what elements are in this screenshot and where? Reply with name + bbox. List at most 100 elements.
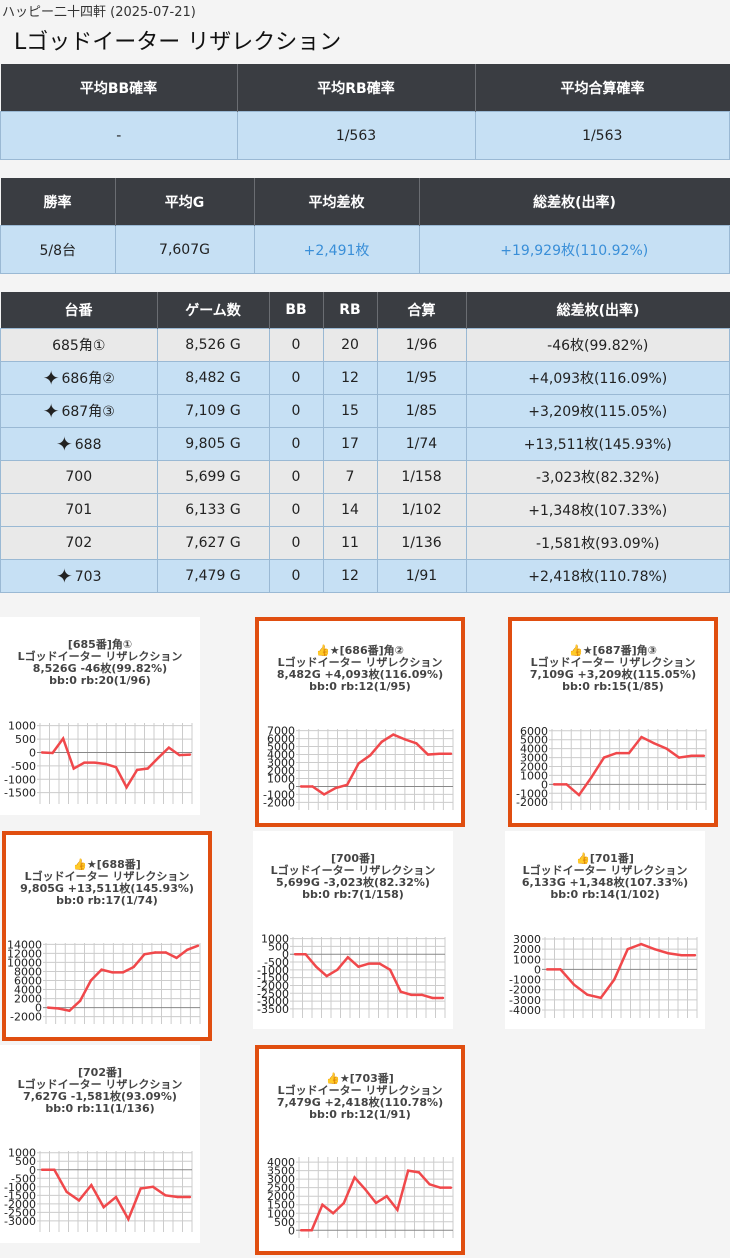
chart-title-line: bb:0 rb:12(1/91) xyxy=(309,1108,411,1121)
data-point xyxy=(40,751,44,754)
data-point xyxy=(367,962,371,965)
chart-title: [700番] Lゴッドイーター リザレクション 5,699G -3,023枚(82.… xyxy=(253,853,453,901)
y-tick-label: 0 xyxy=(288,1224,295,1237)
cell-text: 0 xyxy=(291,337,301,353)
header-win-rate: 勝率 xyxy=(0,178,116,226)
data-point xyxy=(415,742,418,745)
chart-card[interactable]: 👍★[686番]角② Lゴッドイーター リザレクション 8,482G +4,093枚… xyxy=(255,617,465,827)
y-tick-label: -1000 xyxy=(4,773,36,786)
cell-text: 701 xyxy=(65,502,93,518)
chart-card[interactable]: 👍[701番] Lゴッドイーター リザレクション 6,133G +1,348枚(10… xyxy=(505,831,705,1029)
cell-total: 1/95 xyxy=(376,361,467,395)
data-point xyxy=(336,968,339,972)
data-point xyxy=(322,793,326,796)
chart-svg: 6000500040003000200010000-1000-2000 xyxy=(516,725,707,810)
cell-games: 8,482 G xyxy=(156,361,270,395)
cell-diff: +3,209枚(115.05%) xyxy=(465,394,730,428)
data-point xyxy=(449,752,453,755)
data-point xyxy=(346,956,350,959)
table-row[interactable]: 701 6,133 G 0 14 1/102 +1,348枚(107.33%) xyxy=(0,493,730,527)
data-point xyxy=(40,1168,44,1171)
cell-text: 0 xyxy=(291,568,301,584)
cell-text: 1/96 xyxy=(405,337,438,353)
table-row[interactable]: 700 5,699 G 0 7 1/158 -3,023枚(82.32%) xyxy=(0,460,730,494)
data-point xyxy=(311,785,314,788)
table-row[interactable]: ✦ 687角③ 7,109 G 0 15 1/85 +3,209枚(115.05%) xyxy=(0,394,730,428)
cell-diff: +2,418枚(110.78%) xyxy=(465,559,730,593)
data-point xyxy=(139,1187,142,1190)
cell-text: +4,093枚(116.09%) xyxy=(528,371,668,387)
data-point xyxy=(114,765,118,769)
data-point xyxy=(640,735,643,739)
data-point xyxy=(374,1201,378,1205)
cell-text: 8,482 G xyxy=(185,370,241,386)
avg-diff-value: +2,491枚 xyxy=(253,225,420,274)
data-point xyxy=(90,1183,93,1187)
data-point xyxy=(77,1199,81,1202)
chart-card[interactable]: 👍★[703番] Lゴッドイーター リザレクション 7,479G +2,418枚(1… xyxy=(255,1045,465,1255)
cell-text: 0 xyxy=(291,403,301,419)
chart-title: 👍★[703番] Lゴッドイーター リザレクション 7,479G +2,418枚(1… xyxy=(259,1073,461,1121)
cell-text: 1/136 xyxy=(401,535,442,551)
data-point xyxy=(72,767,75,770)
chart-card[interactable]: [702番] Lゴッドイーター リザレクション 7,627G -1,581枚(93.… xyxy=(0,1045,200,1243)
table-row[interactable]: ✦ 703 7,479 G 0 12 1/91 +2,418枚(110.78%) xyxy=(0,559,730,593)
y-tick-label: -1500 xyxy=(4,787,36,800)
data-point xyxy=(392,733,395,736)
data-point xyxy=(665,747,668,750)
data-point xyxy=(342,1201,346,1205)
col-rb: RB xyxy=(323,292,378,329)
data-point xyxy=(572,983,576,986)
data-point xyxy=(693,954,697,957)
cell-rb: 15 xyxy=(322,394,378,428)
data-point xyxy=(293,952,297,956)
cell-games: 6,133 G xyxy=(156,493,270,527)
win-rate-value: 5/8台 xyxy=(0,225,116,274)
table-row[interactable]: ✦ 688 9,805 G 0 17 1/74 +13,511枚(145.93%) xyxy=(0,427,730,461)
data-point xyxy=(304,952,307,956)
cell-diff: +1,348枚(107.33%) xyxy=(465,493,730,527)
cell-text: 7,627 G xyxy=(185,535,241,551)
data-point xyxy=(345,783,349,787)
data-point xyxy=(111,971,114,974)
chart-title: 👍★[686番]角② Lゴッドイーター リザレクション 8,482G +4,093枚… xyxy=(259,645,461,693)
data-point xyxy=(53,1168,56,1171)
table-row[interactable]: 685角① 8,526 G 0 20 1/96 -46枚(99.82%) xyxy=(0,328,730,362)
header-avg-bb: 平均BB確率 xyxy=(0,64,238,112)
data-point xyxy=(449,1186,453,1189)
sparkle-icon: ✦ xyxy=(56,432,73,456)
sparkle-icon: ✦ xyxy=(56,564,73,588)
data-point xyxy=(357,762,360,765)
chart-title-line: bb:0 rb:20(1/96) xyxy=(49,674,151,687)
y-tick-label: -4000 xyxy=(509,1004,541,1017)
header-avg-rb: 平均RB確率 xyxy=(237,64,476,112)
data-point xyxy=(65,1190,68,1194)
data-point xyxy=(325,974,328,978)
cell-games: 7,627 G xyxy=(156,526,270,560)
cell-rb: 12 xyxy=(322,559,378,593)
data-point xyxy=(151,1185,155,1188)
data-point xyxy=(127,1217,130,1221)
table-row[interactable]: ✦ 686角② 8,482 G 0 12 1/95 +4,093枚(116.09%) xyxy=(0,361,730,395)
cell-text: -3,023枚(82.32%) xyxy=(536,470,660,486)
y-tick-label: -2000 xyxy=(10,1011,42,1024)
table-row[interactable]: 702 7,627 G 0 11 1/136 -1,581枚(93.09%) xyxy=(0,526,730,560)
chart-card[interactable]: 👍★[687番]角③ Lゴッドイーター リザレクション 7,109G +3,209枚… xyxy=(508,617,718,827)
cell-rb: 14 xyxy=(322,493,378,527)
chart-svg: 3000200010000-1000-2000-3000-4000 xyxy=(509,933,698,1018)
cell-diff: -3,023枚(82.32%) xyxy=(465,460,730,494)
data-point xyxy=(369,754,372,757)
data-point xyxy=(364,1188,367,1191)
data-point xyxy=(378,962,381,965)
cell-text: 5,699 G xyxy=(185,469,241,485)
data-point xyxy=(653,947,656,951)
data-point xyxy=(385,1195,388,1198)
chart-card[interactable]: [685番]角① Lゴッドイーター リザレクション 8,526G -46枚(99.8… xyxy=(0,617,200,815)
cell-bb: 0 xyxy=(268,361,324,395)
data-point xyxy=(439,1186,442,1189)
chart-card[interactable]: 👍★[688番] Lゴッドイーター リザレクション 9,805G +13,511枚(… xyxy=(2,831,212,1041)
data-point xyxy=(602,756,606,759)
cell-diff: +13,511枚(145.93%) xyxy=(465,427,730,461)
chart-card[interactable]: [700番] Lゴッドイーター リザレクション 5,699G -3,023枚(82.… xyxy=(253,831,453,1029)
data-point xyxy=(178,753,181,757)
